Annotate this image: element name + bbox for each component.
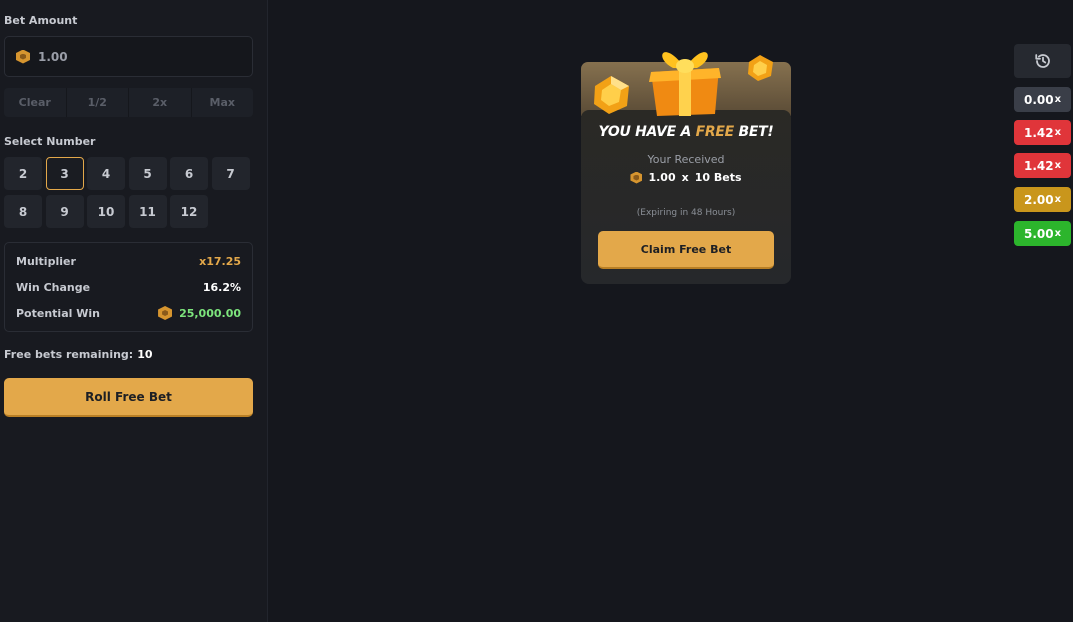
roll-free-bet-button[interactable]: Roll Free Bet	[4, 378, 253, 417]
history-item-suffix: x	[1054, 194, 1062, 205]
gift-box-icon	[649, 52, 721, 116]
history-item: 1.42 x	[1014, 153, 1071, 178]
history-item: 0.00 x	[1014, 87, 1071, 112]
received-label: Your Received	[647, 153, 725, 166]
multiplier-value: x17.25	[199, 254, 241, 268]
times-symbol: x	[681, 171, 689, 184]
history-item-value: 5.00	[1023, 226, 1054, 241]
potential-win-value: 25,000.00	[179, 306, 241, 320]
free-bet-count: 10 Bets	[694, 171, 742, 184]
history-item-value: 1.42	[1023, 158, 1054, 173]
select-number-label: Select Number	[4, 135, 96, 148]
number-button-9[interactable]: 9	[45, 195, 84, 228]
history-button[interactable]	[1014, 44, 1071, 78]
bet-amount-input[interactable]: 1.00	[4, 36, 253, 77]
free-bet-amount-value: 1.00	[648, 171, 676, 184]
number-grid: 2 3 4 5 6 7 8 9 10 11 12	[4, 157, 253, 228]
max-button[interactable]: Max	[192, 88, 254, 117]
number-button-2[interactable]: 2	[4, 157, 42, 190]
history-item-suffix: x	[1054, 127, 1062, 138]
free-bet-amount: 1.00 x 10 Bets	[581, 171, 791, 184]
history-item: 1.42 x	[1014, 120, 1071, 145]
history-icon	[1034, 54, 1050, 68]
history-item-suffix: x	[1054, 94, 1062, 105]
modal-title-highlight: FREE	[695, 124, 735, 140]
free-bets-remaining: Free bets remaining: 10	[4, 348, 153, 361]
number-button-6[interactable]: 6	[170, 157, 208, 190]
potential-win-group: 25,000.00	[158, 306, 241, 320]
bet-amount-value: 1.00	[38, 49, 68, 64]
win-change-row: Win Change 16.2%	[16, 274, 241, 300]
gem-icon	[748, 55, 773, 81]
history-item-value: 0.00	[1023, 92, 1054, 107]
free-bets-count: 10	[137, 348, 153, 361]
bet-stats-panel: Multiplier x17.25 Win Change 16.2% Poten…	[4, 242, 253, 332]
history-item: 2.00 x	[1014, 187, 1071, 212]
number-button-10[interactable]: 10	[87, 195, 125, 228]
history-item-suffix: x	[1054, 228, 1062, 239]
bet-amount-label: Bet Amount	[4, 14, 78, 27]
coin-icon	[158, 306, 173, 320]
bet-sidebar: Bet Amount 1.00 Clear 1/2 2x Max Select …	[0, 0, 268, 622]
modal-title: YOU HAVE A FREE BET!	[581, 124, 791, 140]
free-bet-modal: YOU HAVE A FREE BET! Your Received 1.00 …	[581, 52, 791, 284]
coin-icon	[16, 49, 30, 64]
quick-bet-buttons: Clear 1/2 2x Max	[4, 88, 253, 117]
history-item-value: 2.00	[1023, 192, 1054, 207]
history-item-suffix: x	[1054, 160, 1062, 171]
claim-free-bet-button[interactable]: Claim Free Bet	[598, 231, 774, 269]
gem-icon	[594, 76, 629, 114]
number-button-8[interactable]: 8	[4, 195, 42, 228]
multiplier-row: Multiplier x17.25	[16, 248, 241, 274]
history-item-value: 1.42	[1023, 125, 1054, 140]
expiry-text: (Expiring in 48 Hours)	[636, 208, 736, 218]
clear-button[interactable]: Clear	[4, 88, 67, 117]
potential-win-row: Potential Win 25,000.00	[16, 300, 241, 326]
potential-win-label: Potential Win	[16, 306, 100, 320]
win-change-label: Win Change	[16, 280, 91, 294]
multiplier-label: Multiplier	[16, 254, 76, 268]
number-button-4[interactable]: 4	[87, 157, 125, 190]
modal-title-prefix: YOU HAVE A	[598, 124, 696, 140]
history-item: 5.00 x	[1014, 221, 1071, 246]
double-button[interactable]: 2x	[129, 88, 192, 117]
coin-icon	[630, 171, 643, 184]
free-bets-label: Free bets remaining:	[4, 348, 134, 361]
number-button-5[interactable]: 5	[128, 157, 167, 190]
number-button-11[interactable]: 11	[128, 195, 167, 228]
win-change-value: 16.2%	[202, 280, 241, 294]
number-button-7[interactable]: 7	[211, 157, 250, 190]
number-button-12[interactable]: 12	[170, 195, 208, 228]
half-button[interactable]: 1/2	[67, 88, 129, 117]
number-button-3[interactable]: 3	[45, 157, 84, 190]
modal-title-suffix: BET!	[733, 124, 774, 140]
